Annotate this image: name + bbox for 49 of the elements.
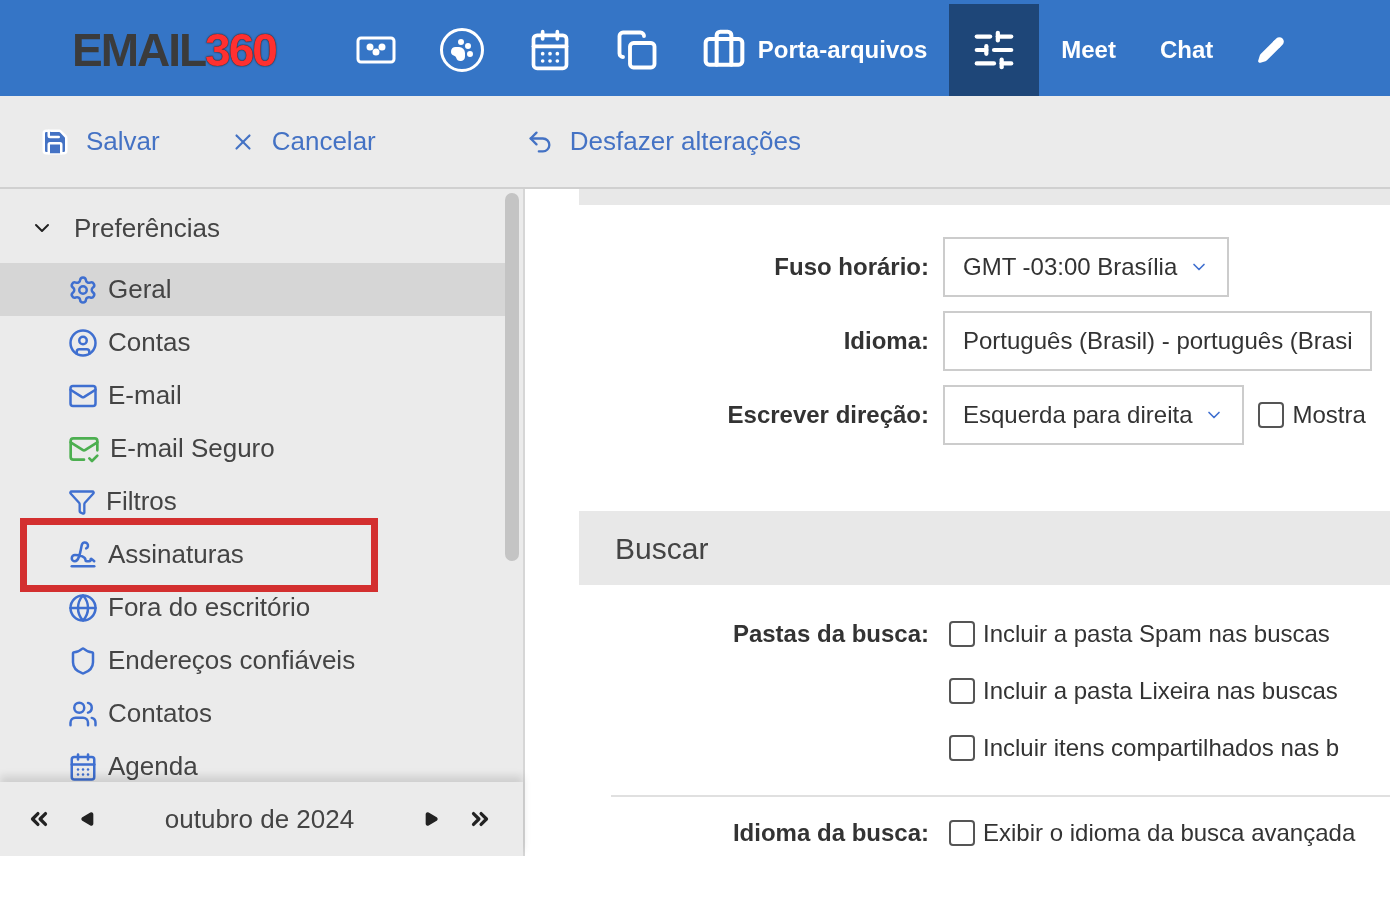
checkbox-label: Incluir a pasta Lixeira nas buscas: [983, 676, 1338, 706]
checkbox[interactable]: [949, 735, 975, 761]
globe-icon: [68, 592, 98, 623]
paw-icon: [439, 28, 484, 72]
scrollbar-thumb[interactable]: [505, 193, 519, 561]
sidebar-item[interactable]: Endereços confiáveis: [20, 634, 356, 687]
signature-icon: [68, 539, 98, 570]
nav-tab[interactable]: Porta-arquivos: [679, 4, 950, 96]
input-field[interactable]: Português (Brasil) - português (Brasi: [943, 311, 1373, 371]
user-icon: [68, 327, 98, 358]
filter-icon: [68, 487, 96, 516]
field-label: Fuso horário:: [773, 252, 929, 282]
pencil-icon: [1257, 36, 1286, 64]
sidebar-item[interactable]: Contas: [20, 316, 191, 369]
sidebar-item[interactable]: E-mail: [20, 369, 182, 422]
calendar-icon: [68, 751, 98, 782]
checkbox[interactable]: [949, 621, 975, 647]
month-label: outubro de 2024: [163, 802, 356, 836]
field-label: Escrever direção:: [726, 400, 929, 430]
next-icon: [423, 811, 439, 827]
card-icon: [355, 36, 396, 64]
copy-icon: [615, 29, 658, 71]
select-field[interactable]: Esquerda para direita: [943, 385, 1245, 445]
group-header[interactable]: Preferências: [0, 207, 220, 249]
sidebar-item[interactable]: E-mail Seguro: [20, 422, 275, 475]
sidebar-item[interactable]: Geral: [0, 263, 505, 316]
checkbox-label: Mostra: [1292, 400, 1366, 430]
checkbox-label: Exibir o idioma da busca avançada: [983, 818, 1356, 848]
checkbox[interactable]: [949, 678, 975, 704]
section-header: Buscar: [579, 511, 1390, 585]
previous-icon: [80, 811, 96, 827]
logo: EMAIL360: [72, 22, 276, 78]
checkbox[interactable]: [949, 820, 975, 846]
toolbar-button[interactable]: Desfazer alterações: [525, 122, 801, 161]
nav-tab[interactable]: Meet: [1039, 4, 1138, 96]
toolbar-button[interactable]: Cancelar: [229, 122, 376, 161]
sidebar-item[interactable]: Contatos: [20, 687, 213, 740]
checkbox[interactable]: [1258, 402, 1285, 428]
toolbar-button[interactable]: Salvar: [40, 122, 160, 161]
field-label: Idioma da busca:: [731, 818, 929, 848]
nav-tab[interactable]: Chat: [1137, 4, 1236, 96]
field-label: Pastas da busca:: [731, 619, 929, 649]
gear-icon: [68, 274, 98, 305]
field-label: Idioma:: [842, 326, 929, 356]
sidebar-item[interactable]: Agenda: [20, 740, 198, 782]
checkbox-label: Incluir a pasta Spam nas buscas: [983, 619, 1330, 649]
checkbox-label: Incluir itens compartilhados nas b: [983, 733, 1340, 763]
nav-icon-button[interactable]: [949, 4, 1040, 96]
select-field[interactable]: GMT -03:00 Brasília: [943, 237, 1230, 297]
